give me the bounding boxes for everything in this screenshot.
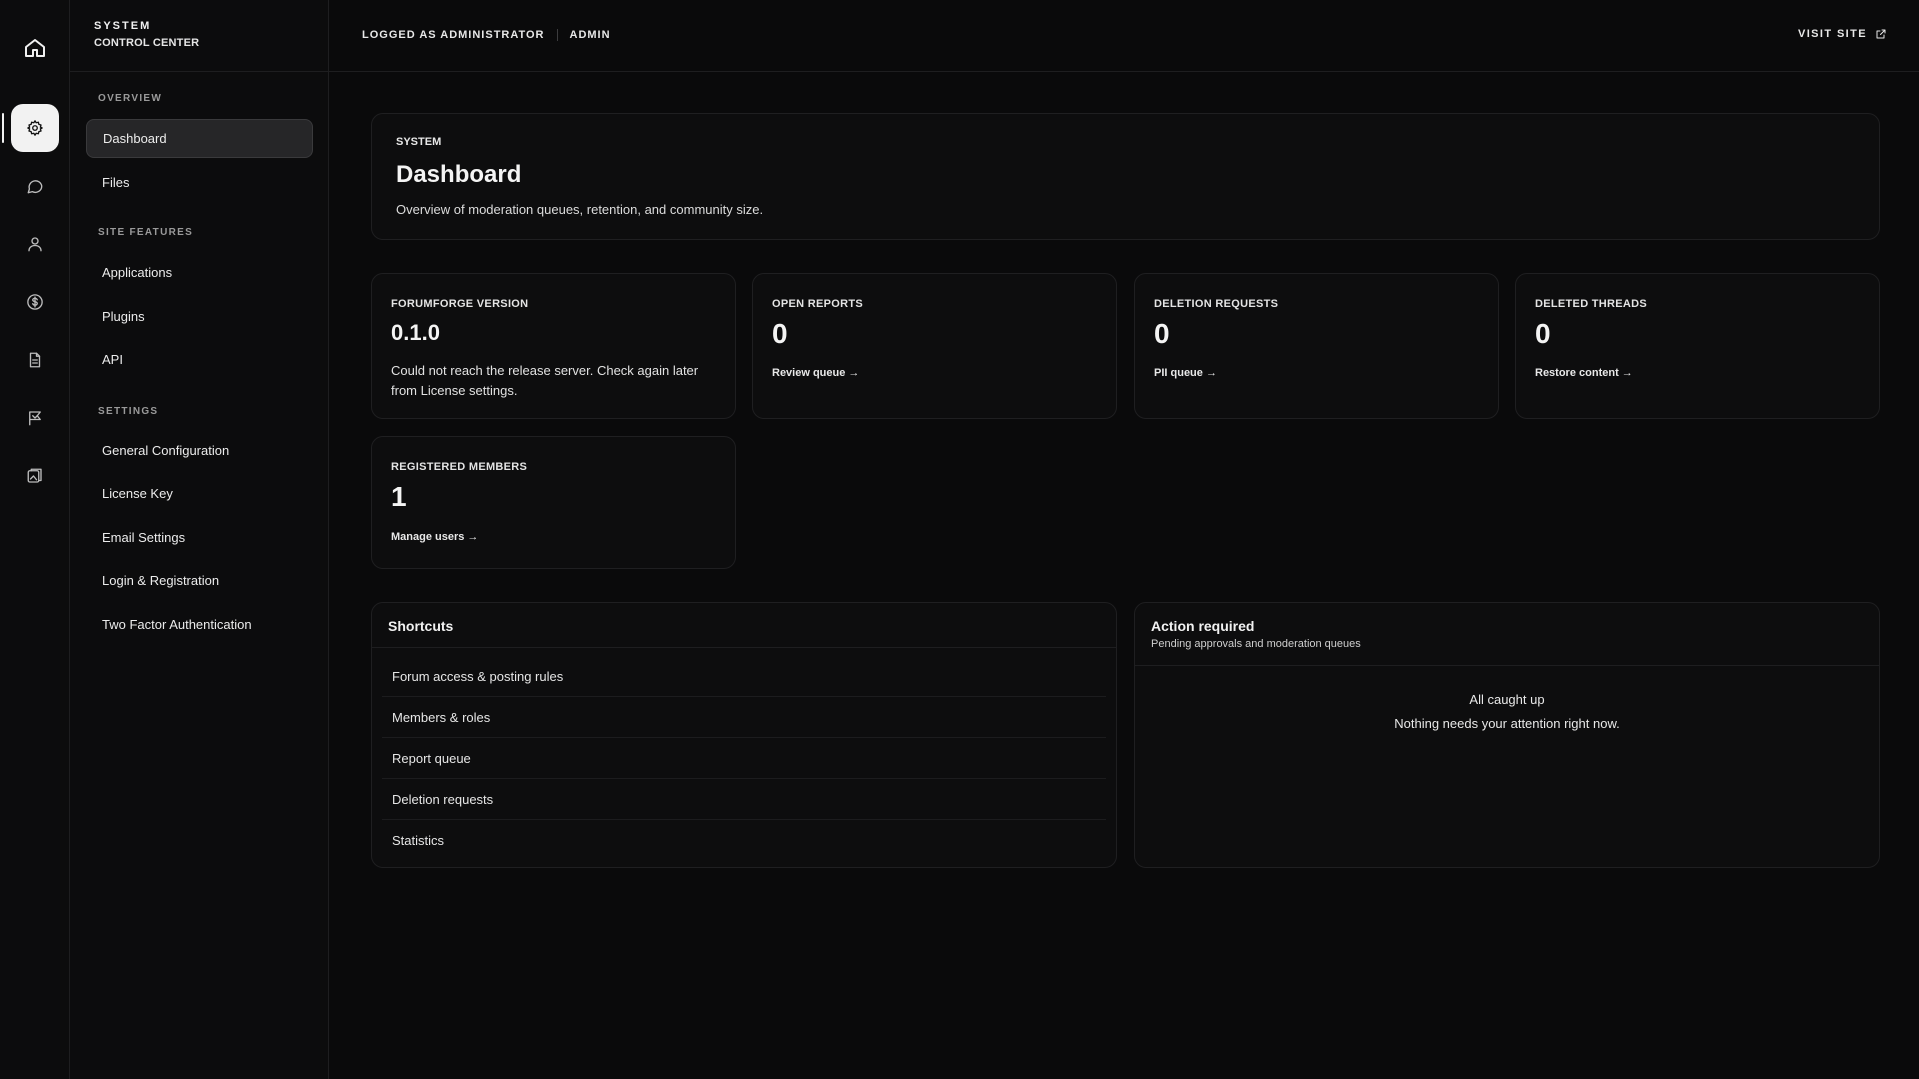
stat-label: DELETION REQUESTS bbox=[1154, 298, 1279, 310]
external-link-icon bbox=[1876, 29, 1886, 39]
stat-value: 0.1.0 bbox=[391, 320, 440, 345]
sidebar-item-files[interactable]: Files bbox=[86, 163, 313, 202]
rail-active-indicator bbox=[2, 113, 4, 143]
empty-state-message: Nothing needs your attention right now. bbox=[1394, 716, 1620, 731]
gear-icon[interactable] bbox=[11, 104, 59, 152]
home-icon[interactable] bbox=[11, 24, 59, 72]
stat-value: 0 bbox=[1154, 318, 1170, 349]
user-icon[interactable] bbox=[11, 220, 59, 268]
stat-note: Could not reach the release server. Chec… bbox=[391, 363, 699, 398]
divider bbox=[372, 647, 1116, 648]
sidebar-item-login-registration[interactable]: Login & Registration bbox=[86, 561, 313, 600]
pii-queue-link[interactable]: PII queue → bbox=[1154, 367, 1217, 379]
section-label-site-features: SITE FEATURES bbox=[98, 227, 194, 238]
page-header-card: SYSTEM Dashboard Overview of moderation … bbox=[371, 113, 1880, 240]
page-title: Dashboard bbox=[396, 161, 522, 188]
shortcut-statistics[interactable]: Statistics bbox=[382, 820, 1106, 861]
logged-as-label: LOGGED AS ADMINISTRATOR bbox=[362, 29, 545, 41]
action-required-panel: Action required Pending approvals and mo… bbox=[1134, 602, 1880, 868]
stat-label: FORUMFORGE VERSION bbox=[391, 298, 529, 310]
divider bbox=[1135, 665, 1879, 666]
brand: SYSTEM CONTROL CENTER bbox=[94, 20, 199, 49]
shortcut-forum-access[interactable]: Forum access & posting rules bbox=[382, 656, 1106, 697]
stat-value: 0 bbox=[772, 318, 788, 349]
stat-card-deleted-threads: DELETED THREADS 0 Restore content → bbox=[1515, 273, 1880, 419]
manage-users-link[interactable]: Manage users → bbox=[391, 531, 478, 543]
shortcut-members-roles[interactable]: Members & roles bbox=[382, 697, 1106, 738]
stat-label: REGISTERED MEMBERS bbox=[391, 461, 528, 473]
section-label-settings: SETTINGS bbox=[98, 406, 159, 417]
document-icon[interactable] bbox=[11, 336, 59, 384]
sidebar: SYSTEM CONTROL CENTER OVERVIEW Dashboard… bbox=[70, 0, 329, 1079]
page-kicker: SYSTEM bbox=[396, 136, 442, 148]
visit-site-label: VISIT SITE bbox=[1797, 28, 1867, 40]
stat-value: 0 bbox=[1535, 318, 1551, 349]
dollar-icon[interactable] bbox=[11, 278, 59, 326]
sidebar-item-applications[interactable]: Applications bbox=[86, 253, 313, 292]
stat-value: 1 bbox=[391, 481, 407, 512]
logged-in-status: LOGGED AS ADMINISTRATOR ADMIN bbox=[362, 29, 611, 41]
sidebar-item-plugins[interactable]: Plugins bbox=[86, 297, 313, 336]
stat-card-deletion-requests: DELETION REQUESTS 0 PII queue → bbox=[1134, 273, 1499, 419]
restore-content-link[interactable]: Restore content → bbox=[1535, 367, 1633, 379]
chat-bubble-icon[interactable] bbox=[11, 162, 59, 210]
sidebar-item-license-key[interactable]: License Key bbox=[86, 474, 313, 513]
gallery-icon[interactable] bbox=[11, 452, 59, 500]
flag-icon[interactable] bbox=[11, 394, 59, 442]
sidebar-item-dashboard[interactable]: Dashboard bbox=[86, 119, 313, 158]
stat-label: DELETED THREADS bbox=[1535, 298, 1648, 310]
shortcut-report-queue[interactable]: Report queue bbox=[382, 738, 1106, 779]
stat-card-registered-members: REGISTERED MEMBERS 1 Manage users → bbox=[371, 436, 736, 569]
review-queue-link[interactable]: Review queue → bbox=[772, 367, 859, 379]
username: ADMIN bbox=[569, 29, 611, 41]
sidebar-item-api[interactable]: API bbox=[86, 340, 313, 379]
brand-subtitle: CONTROL CENTER bbox=[94, 37, 200, 49]
topbar: LOGGED AS ADMINISTRATOR ADMIN VISIT SITE bbox=[329, 0, 1919, 72]
shortcuts-title: Shortcuts bbox=[388, 618, 454, 634]
section-label-overview: OVERVIEW bbox=[98, 93, 163, 104]
brand-title: SYSTEM bbox=[94, 20, 152, 32]
stat-label: OPEN REPORTS bbox=[772, 298, 864, 310]
shortcuts-panel: Shortcuts Forum access & posting rules M… bbox=[371, 602, 1117, 868]
empty-state-title: All caught up bbox=[1469, 692, 1545, 707]
sidebar-item-general-configuration[interactable]: General Configuration bbox=[86, 431, 313, 470]
action-required-subtitle: Pending approvals and moderation queues bbox=[1151, 638, 1361, 650]
stat-card-open-reports: OPEN REPORTS 0 Review queue → bbox=[752, 273, 1117, 419]
icon-rail bbox=[0, 0, 70, 1079]
divider bbox=[556, 29, 558, 41]
stat-card-version: FORUMFORGE VERSION 0.1.0 Could not reach… bbox=[371, 273, 736, 419]
shortcut-deletion-requests[interactable]: Deletion requests bbox=[382, 779, 1106, 820]
page-description: Overview of moderation queues, retention… bbox=[396, 202, 764, 217]
sidebar-item-email-settings[interactable]: Email Settings bbox=[86, 518, 313, 557]
divider bbox=[70, 71, 329, 72]
sidebar-item-two-factor-authentication[interactable]: Two Factor Authentication bbox=[86, 605, 313, 644]
action-required-title: Action required bbox=[1151, 618, 1255, 634]
visit-site-link[interactable]: VISIT SITE bbox=[1798, 28, 1887, 40]
